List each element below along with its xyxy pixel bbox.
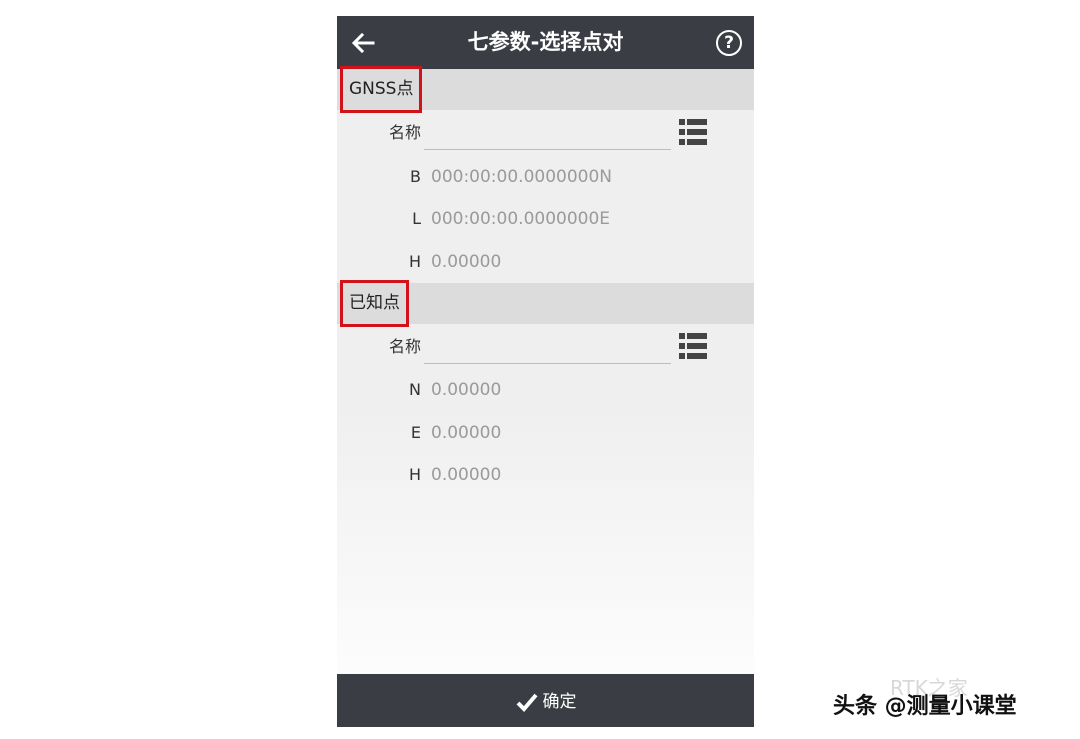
help-button[interactable]: ? [716,30,742,56]
gnss-h-value[interactable]: 0.00000 [431,242,501,282]
gnss-h-row: H 0.00000 [337,242,754,282]
gnss-section-title: GNSS点 [340,66,423,113]
list-icon [679,333,707,359]
known-h-label: H [408,465,421,484]
gnss-l-value[interactable]: 000:00:00.0000000E [431,199,610,239]
known-n-value[interactable]: 0.00000 [431,370,501,410]
known-list-button[interactable] [679,333,707,359]
gnss-b-value[interactable]: 000:00:00.0000000N [431,157,612,197]
gnss-l-label: L [412,209,421,228]
known-section-header: 已知点 [337,280,754,327]
confirm-label: 确定 [542,691,577,712]
known-h-row: H 0.00000 [337,455,754,495]
known-e-label: E [410,423,421,442]
known-name-label: 名称 [388,337,421,356]
gnss-b-row: B 000:00:00.0000000N [337,157,754,197]
watermark-text: 头条 @测量小课堂 [833,694,1017,719]
app-screen: 七参数-选择点对 ? GNSS点 名称 B 000:00:00.0000000N… [337,16,754,727]
known-section-title: 已知点 [340,280,409,327]
gnss-name-label: 名称 [388,123,421,142]
list-icon [679,119,707,145]
gnss-b-label: B [410,167,421,186]
known-name-row: 名称 [337,327,754,367]
gnss-name-input[interactable] [424,117,671,150]
gnss-list-button[interactable] [679,119,707,145]
page-title: 七参数-选择点对 [467,30,624,54]
known-n-row: N 0.00000 [337,370,754,410]
known-n-label: N [409,380,421,399]
confirm-button[interactable]: 确定 [337,674,754,727]
gnss-h-label: H [408,252,421,271]
gnss-section-header: GNSS点 [337,66,754,113]
known-e-row: E 0.00000 [337,413,754,453]
question-mark-icon: ? [724,33,734,53]
known-name-input[interactable] [424,331,671,364]
known-e-value[interactable]: 0.00000 [431,413,501,453]
gnss-name-row: 名称 [337,113,754,153]
known-h-value[interactable]: 0.00000 [431,455,501,495]
gnss-l-row: L 000:00:00.0000000E [337,199,754,239]
check-icon [516,693,538,712]
top-bar: 七参数-选择点对 ? [337,16,754,69]
